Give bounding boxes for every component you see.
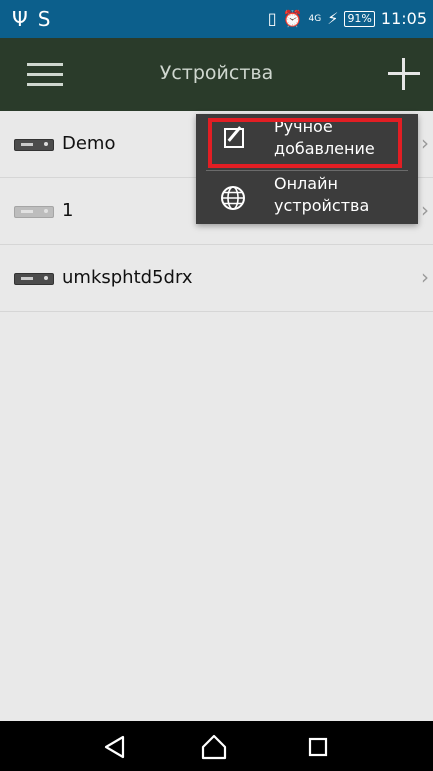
s-icon: S bbox=[37, 7, 61, 31]
device-row-umksphtd5drx[interactable]: umksphtd5drx › bbox=[0, 245, 433, 312]
dvr-icon bbox=[14, 273, 54, 285]
online-devices-menu-item[interactable]: Онлайн устройства bbox=[196, 171, 418, 226]
device-name: umksphtd5drx bbox=[62, 267, 193, 288]
recent-apps-icon[interactable] bbox=[304, 733, 332, 761]
add-device-popup-menu: Ручное добавление Онлайн устройства bbox=[196, 114, 418, 224]
status-right-icons: ▯ ⏰ 4G ⚡ 91% 11:05 bbox=[268, 9, 427, 28]
add-device-button[interactable] bbox=[388, 58, 420, 90]
dvr-icon bbox=[14, 139, 54, 151]
status-bar: ΨS ▯ ⏰ 4G ⚡ 91% 11:05 bbox=[0, 0, 433, 38]
app-bar: Устройства bbox=[0, 38, 433, 111]
highlight-box bbox=[208, 118, 402, 168]
battery-indicator: 91% bbox=[344, 10, 375, 27]
back-icon[interactable] bbox=[101, 733, 129, 761]
device-name: 1 bbox=[62, 200, 74, 221]
chevron-right-icon: › bbox=[421, 198, 429, 222]
usb-icon: Ψ bbox=[12, 7, 38, 31]
4g-signal-icon: 4G bbox=[308, 13, 322, 24]
status-left-icons: ΨS bbox=[12, 7, 60, 31]
clock: 11:05 bbox=[380, 9, 427, 28]
page-title: Устройства bbox=[159, 62, 274, 84]
dvr-icon bbox=[14, 206, 54, 218]
menu-item-label: Онлайн устройства bbox=[274, 174, 370, 215]
chevron-right-icon: › bbox=[421, 265, 429, 289]
alarm-icon: ⏰ bbox=[282, 9, 303, 28]
globe-icon bbox=[221, 186, 245, 210]
charging-icon: ⚡ bbox=[327, 9, 339, 28]
chevron-right-icon: › bbox=[421, 131, 429, 155]
manual-add-menu-item[interactable]: Ручное добавление bbox=[196, 114, 418, 169]
vibrate-icon: ▯ bbox=[267, 9, 277, 28]
home-icon[interactable] bbox=[200, 733, 228, 761]
navigation-bar bbox=[0, 721, 433, 771]
device-name: Demo bbox=[62, 133, 116, 154]
